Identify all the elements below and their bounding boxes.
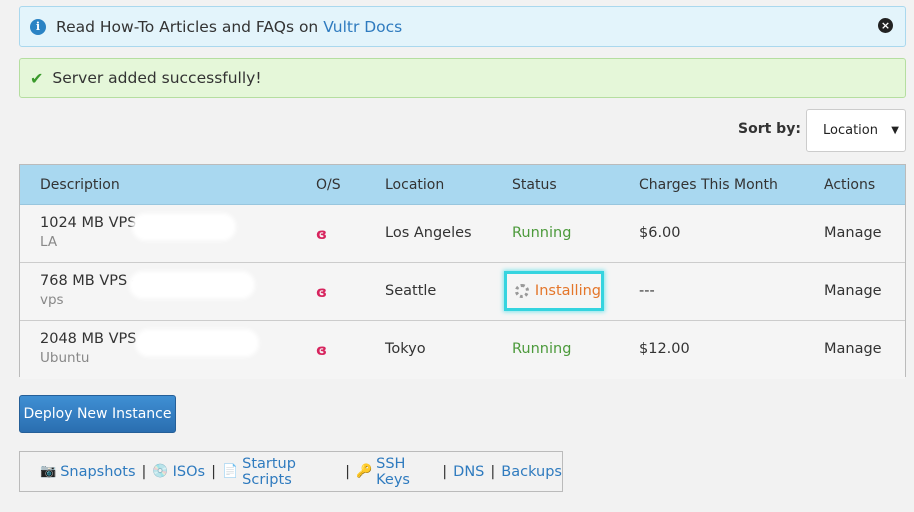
server-table: Description O/S Location Status Charges … (19, 164, 906, 379)
redacted-hostname (135, 216, 233, 238)
success-banner-text: Server added successfully! (52, 69, 262, 87)
header-description: Description (40, 177, 120, 193)
server-description: 768 MB VPS - (40, 273, 138, 289)
redacted-hostname (132, 274, 252, 296)
server-location: Seattle (385, 283, 437, 299)
chevron-down-icon: ▼ (891, 125, 899, 136)
manage-link[interactable]: Manage (824, 341, 882, 357)
resource-links-bar: 📷 Snapshots | 💿 ISOs | 📄 Startup Scripts… (19, 451, 563, 492)
server-location: Tokyo (385, 341, 426, 357)
server-label: vps (40, 292, 64, 308)
script-icon: 📄 (221, 464, 239, 479)
spinner-icon (515, 284, 529, 298)
ssh-keys-link[interactable]: SSH Keys (376, 456, 436, 488)
deploy-new-instance-button[interactable]: Deploy New Instance (19, 395, 176, 433)
debian-icon: ɞ (316, 283, 327, 301)
server-label: Ubuntu (40, 350, 90, 366)
server-charges: $6.00 (639, 225, 681, 241)
header-status: Status (512, 177, 557, 193)
success-banner: ✔ Server added successfully! (19, 58, 906, 98)
info-banner: i Read How-To Articles and FAQs on Vultr… (19, 6, 906, 47)
status-running: Running (512, 225, 572, 241)
table-row: 1024 MB VPS - LA ɞ Los Angeles Running $… (20, 205, 905, 263)
camera-icon: 📷 (40, 464, 57, 479)
snapshots-link[interactable]: Snapshots (60, 464, 135, 480)
table-header: Description O/S Location Status Charges … (20, 165, 905, 205)
check-icon: ✔ (30, 68, 44, 88)
header-location: Location (385, 177, 445, 193)
status-installing-highlight: Installing (504, 271, 604, 311)
sort-by-label: Sort by: (738, 121, 801, 137)
manage-link[interactable]: Manage (824, 225, 882, 241)
debian-icon: ɞ (316, 341, 327, 359)
dns-link[interactable]: DNS (453, 464, 484, 480)
server-charges: --- (639, 283, 655, 299)
server-location: Los Angeles (385, 225, 472, 241)
server-charges: $12.00 (639, 341, 690, 357)
manage-link[interactable]: Manage (824, 283, 882, 299)
startup-scripts-link[interactable]: Startup Scripts (242, 456, 339, 488)
disc-icon: 💿 (152, 464, 169, 479)
info-banner-text: Read How-To Articles and FAQs on Vultr D… (56, 17, 403, 36)
separator: | (141, 463, 147, 480)
sort-by-value: Location (823, 123, 878, 138)
separator: | (490, 463, 496, 480)
server-description: 2048 MB VPS - (40, 331, 147, 347)
sort-by-select[interactable]: Location ▼ (806, 109, 906, 152)
server-description: 1024 MB VPS - (40, 215, 147, 231)
backups-link[interactable]: Backups (501, 464, 562, 480)
separator: | (442, 463, 448, 480)
header-charges: Charges This Month (639, 177, 778, 193)
header-os: O/S (316, 177, 341, 193)
table-row: 2048 MB VPS - Ubuntu ɞ Tokyo Running $12… (20, 321, 905, 379)
server-label: LA (40, 234, 58, 250)
close-icon[interactable]: × (878, 18, 893, 33)
status-installing: Installing (534, 283, 601, 299)
status-running: Running (512, 341, 572, 357)
header-actions: Actions (824, 177, 876, 193)
info-icon: i (30, 18, 46, 35)
separator: | (345, 463, 350, 480)
debian-icon: ɞ (316, 225, 327, 243)
isos-link[interactable]: ISOs (173, 464, 205, 480)
redacted-hostname (138, 332, 256, 354)
separator: | (211, 463, 216, 480)
key-icon: 🔑 (355, 464, 373, 479)
table-row: 768 MB VPS - vps ɞ Seattle Installing --… (20, 263, 905, 321)
vultr-docs-link[interactable]: Vultr Docs (323, 18, 402, 36)
